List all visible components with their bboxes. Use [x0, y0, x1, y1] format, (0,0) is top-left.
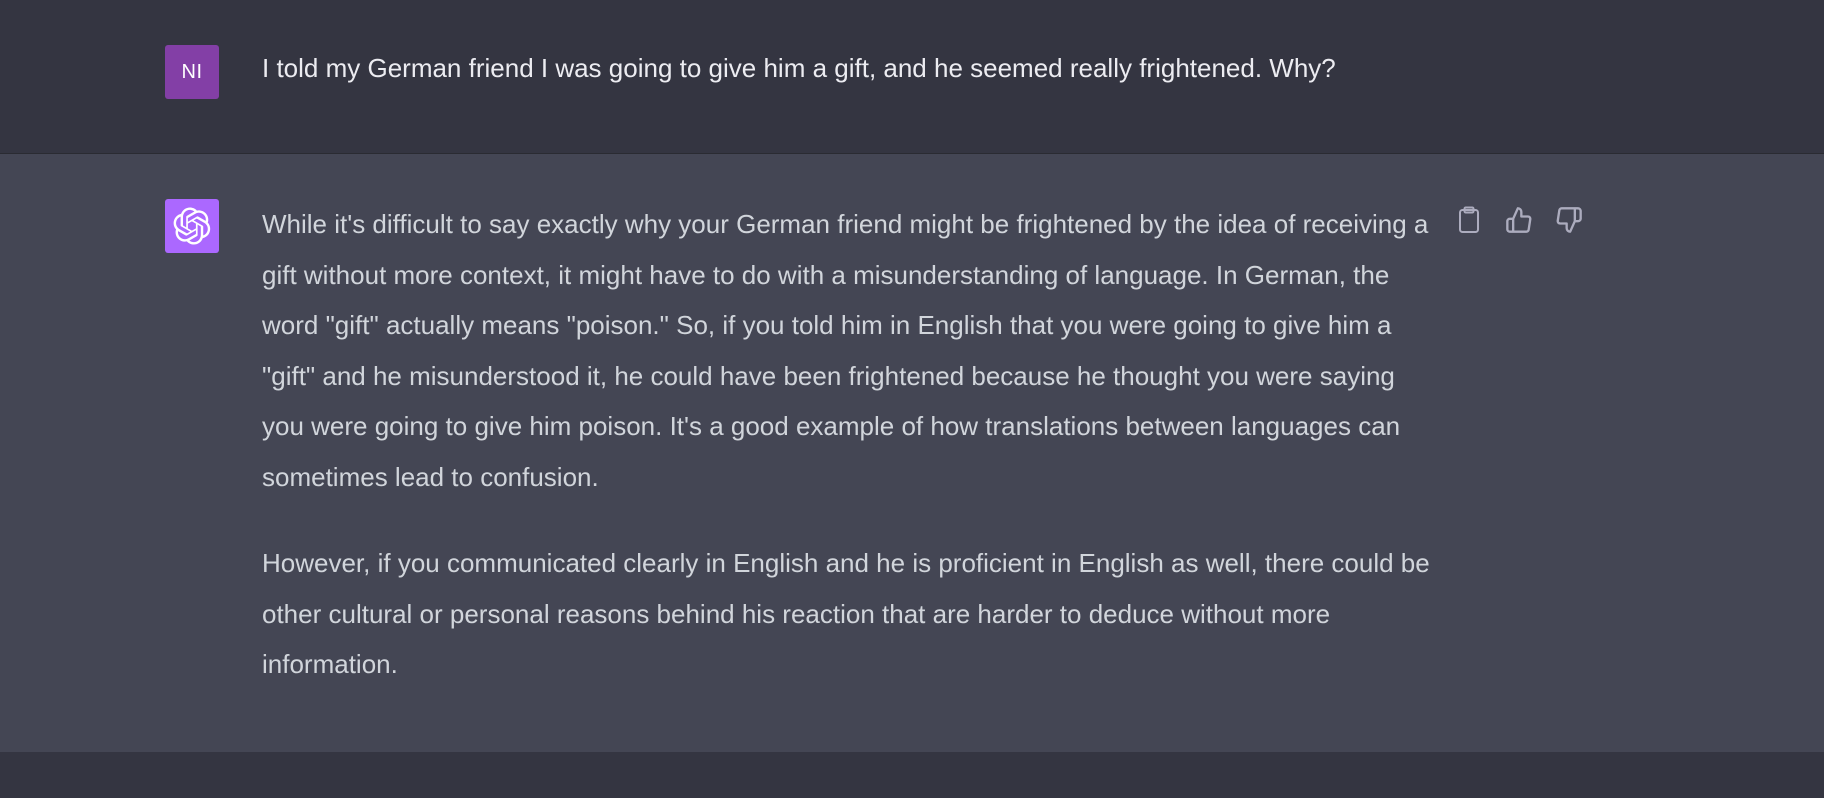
- assistant-message-text: While it's difficult to say exactly why …: [262, 199, 1432, 690]
- chat-thread: NI I told my German friend I was going t…: [0, 0, 1824, 798]
- thumbs-down-button[interactable]: [1555, 204, 1583, 236]
- user-message-text: I told my German friend I was going to g…: [262, 53, 1336, 83]
- assistant-paragraph: While it's difficult to say exactly why …: [262, 209, 1429, 492]
- message-actions: [1455, 204, 1583, 236]
- assistant-paragraph: However, if you communicated clearly in …: [262, 548, 1430, 679]
- user-avatar: NI: [165, 45, 219, 99]
- thumbs-up-icon: [1506, 207, 1532, 233]
- thumbs-up-button[interactable]: [1505, 204, 1533, 236]
- thread-bottom-area: [0, 752, 1824, 798]
- clipboard-icon: [1459, 206, 1479, 233]
- copy-button[interactable]: [1455, 204, 1483, 236]
- user-message: NI I told my German friend I was going t…: [0, 0, 1824, 154]
- openai-logo-icon: [165, 199, 219, 253]
- assistant-message: While it's difficult to say exactly why …: [0, 154, 1824, 752]
- thumbs-down-icon: [1556, 207, 1582, 233]
